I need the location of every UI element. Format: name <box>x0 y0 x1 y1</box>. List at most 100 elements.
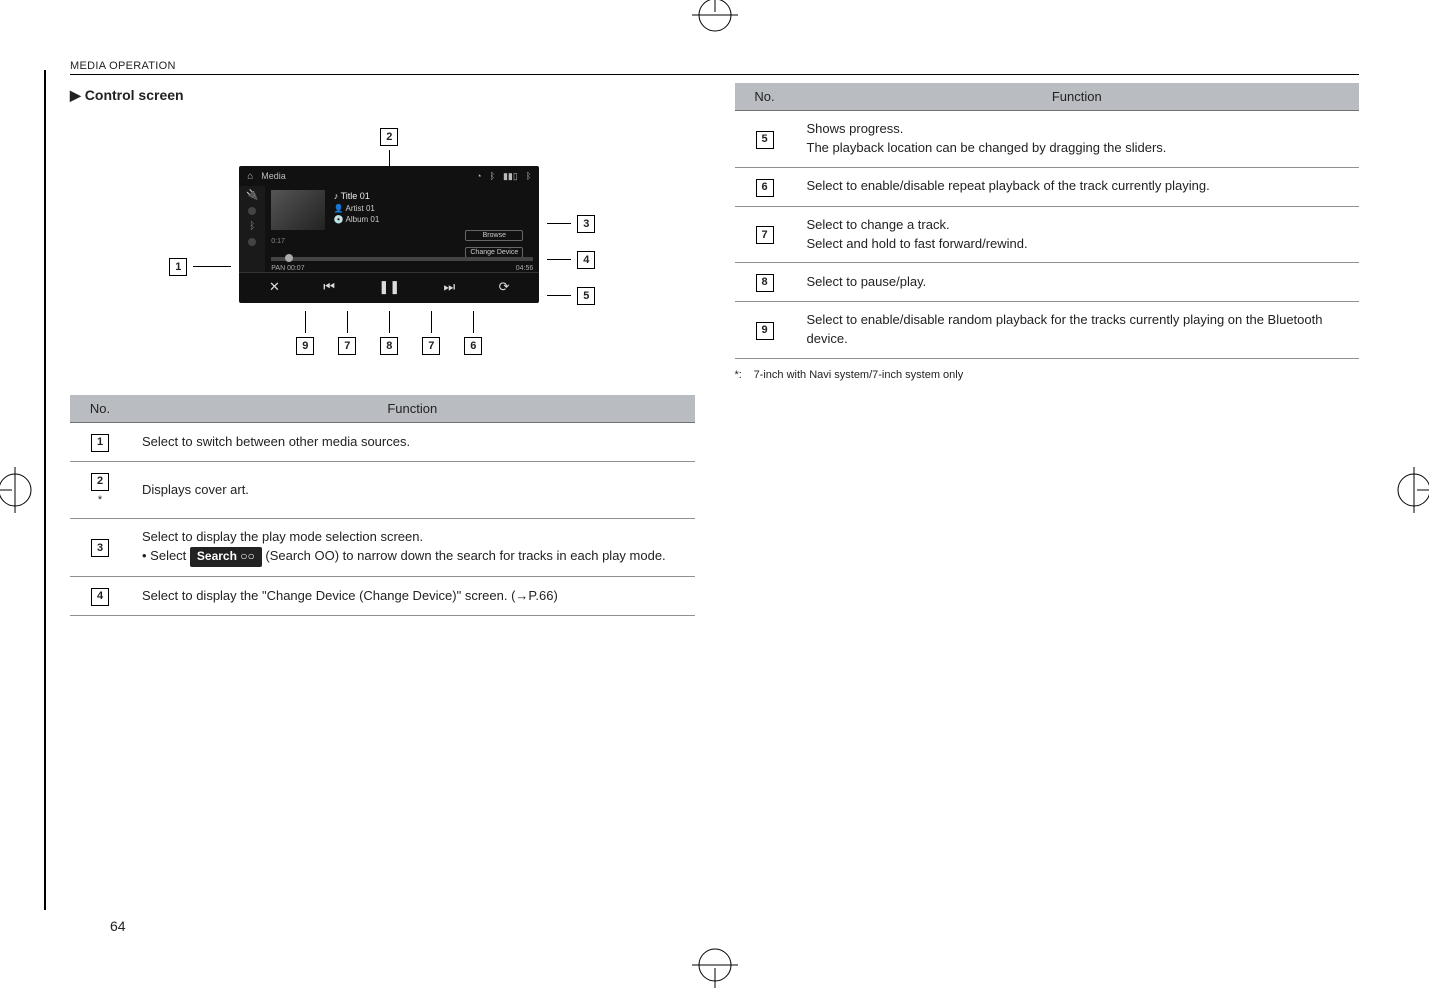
crop-mark-left <box>0 467 38 513</box>
side-usb-icon: 🔌 <box>246 190 258 201</box>
signal-icon: ▮▮▯ <box>503 171 518 182</box>
table-row: 7 Select to change a track. Select and h… <box>735 206 1360 263</box>
page-number: 64 <box>110 918 126 934</box>
function-table-left: No. Function 1 Select to switch between … <box>70 395 695 616</box>
row-number: 3 <box>91 539 109 557</box>
crop-mark-bottom <box>692 942 738 988</box>
leader-line <box>193 266 231 267</box>
row-number: 9 <box>756 322 774 340</box>
screenshot-figure: 1 2 ⌂ Media ◔ ᛒ <box>70 128 695 355</box>
row-star: * <box>82 493 118 509</box>
row-line1: Select to display the play mode selectio… <box>142 529 423 544</box>
callout-5: 5 <box>547 287 595 305</box>
row-desc: Select to enable/disable random playback… <box>795 302 1360 359</box>
table-row: 9 Select to enable/disable random playba… <box>735 302 1360 359</box>
play-pause-icon: ❚❚ <box>378 279 400 295</box>
row-number: 2 <box>91 473 109 491</box>
table-row: 8 Select to pause/play. <box>735 263 1360 302</box>
running-header: MEDIA OPERATION <box>70 60 1359 75</box>
bluetooth-icon-2: ᛒ <box>526 171 531 181</box>
pan-label: PAN <box>271 265 285 272</box>
th-function: Function <box>795 83 1360 111</box>
crop-mark-right <box>1391 467 1429 513</box>
progress-bar <box>271 257 533 261</box>
leader-line <box>547 259 571 260</box>
screen-nav-label: Media <box>261 171 286 181</box>
bluetooth-icon: ᛒ <box>490 171 495 181</box>
callout-box: 8 <box>380 337 398 355</box>
track-artist: Artist 01 <box>346 204 375 213</box>
side-dot-icon <box>248 207 256 215</box>
callout-box: 9 <box>296 337 314 355</box>
track-title: Title 01 <box>341 191 370 201</box>
footnote: *: 7-inch with Navi system/7-inch system… <box>735 369 1360 381</box>
search-pill: Search ○○ <box>190 547 262 567</box>
section-title: ▶Control screen <box>70 87 695 104</box>
row-number: 4 <box>91 588 109 606</box>
time-micro: 0:17 <box>271 238 285 245</box>
th-no: No. <box>735 83 795 111</box>
row-desc: Select to switch between other media sou… <box>130 423 695 462</box>
row-number: 7 <box>756 226 774 244</box>
row-number: 6 <box>756 179 774 197</box>
leader-line <box>547 295 571 296</box>
next-track-icon: ⏭ <box>444 279 456 295</box>
footnote-text: 7-inch with Navi system/7-inch system on… <box>754 369 964 381</box>
callout-box: 6 <box>464 337 482 355</box>
callout-8: 8 <box>380 311 398 355</box>
media-screen-mock: ⌂ Media ◔ ᛒ ▮▮▯ ᛒ 🔌 ᛒ <box>239 166 539 303</box>
table-row: 2 * Displays cover art. <box>70 461 695 518</box>
home-icon: ⌂ <box>247 171 253 182</box>
browse-button: Browse <box>465 230 523 241</box>
table-row: 3 Select to display the play mode select… <box>70 518 695 576</box>
header-text: MEDIA OPERATION <box>70 60 176 72</box>
callout-box: 2 <box>380 128 398 146</box>
row-number: 8 <box>756 274 774 292</box>
table-row: 5 Shows progress. The playback location … <box>735 111 1360 168</box>
row-desc: Select to display the play mode selectio… <box>130 518 695 576</box>
callout-9: 9 <box>296 311 314 355</box>
callout-box: 5 <box>577 287 595 305</box>
clock-icon: ◔ <box>476 171 481 181</box>
repeat-icon: ⟳ <box>499 279 510 295</box>
side-bt-icon: ᛒ <box>249 221 255 232</box>
callout-6: 6 <box>464 311 482 355</box>
section-title-text: Control screen <box>85 87 184 103</box>
callout-box: 4 <box>577 251 595 269</box>
prev-track-icon: ⏮ <box>323 279 335 295</box>
track-album: Album 01 <box>346 215 380 224</box>
th-function: Function <box>130 395 695 423</box>
row-desc: Displays cover art. <box>130 461 695 518</box>
shuffle-icon: ✕ <box>269 279 280 295</box>
callout-box: 7 <box>338 337 356 355</box>
binding-spine <box>44 70 46 910</box>
total-time: 04:56 <box>516 265 534 272</box>
row-bullet-after: (Search OO) to narrow down the search fo… <box>262 548 666 563</box>
callout-3: 3 <box>547 215 595 233</box>
callout-1: 1 <box>169 258 231 276</box>
row-desc: Select to enable/disable repeat playback… <box>795 167 1360 206</box>
callout-7a: 7 <box>338 311 356 355</box>
table-row: 1 Select to switch between other media s… <box>70 423 695 462</box>
function-table-right: No. Function 5 Shows progress. The playb… <box>735 83 1360 359</box>
side-dot-icon <box>248 238 256 246</box>
row-desc: Select to display the "Change Device (Ch… <box>130 577 695 616</box>
row-number: 5 <box>756 131 774 149</box>
row-desc: Shows progress. The playback location ca… <box>795 111 1360 168</box>
cover-art <box>271 190 325 230</box>
row-number: 1 <box>91 434 109 452</box>
callout-7b: 7 <box>422 311 440 355</box>
row-desc: Select to pause/play. <box>795 263 1360 302</box>
table-row: 4 Select to display the "Change Device (… <box>70 577 695 616</box>
th-no: No. <box>70 395 130 423</box>
callout-box: 3 <box>577 215 595 233</box>
table-row: 6 Select to enable/disable repeat playba… <box>735 167 1360 206</box>
leader-line <box>547 223 571 224</box>
elapsed-time: 00:07 <box>287 265 305 272</box>
row-desc: Select to change a track. Select and hol… <box>795 206 1360 263</box>
triangle-icon: ▶ <box>70 87 81 104</box>
callout-box: 7 <box>422 337 440 355</box>
callout-2: 2 <box>380 128 398 146</box>
callout-4: 4 <box>547 251 595 269</box>
row-bullet-prefix: • Select <box>142 548 190 563</box>
